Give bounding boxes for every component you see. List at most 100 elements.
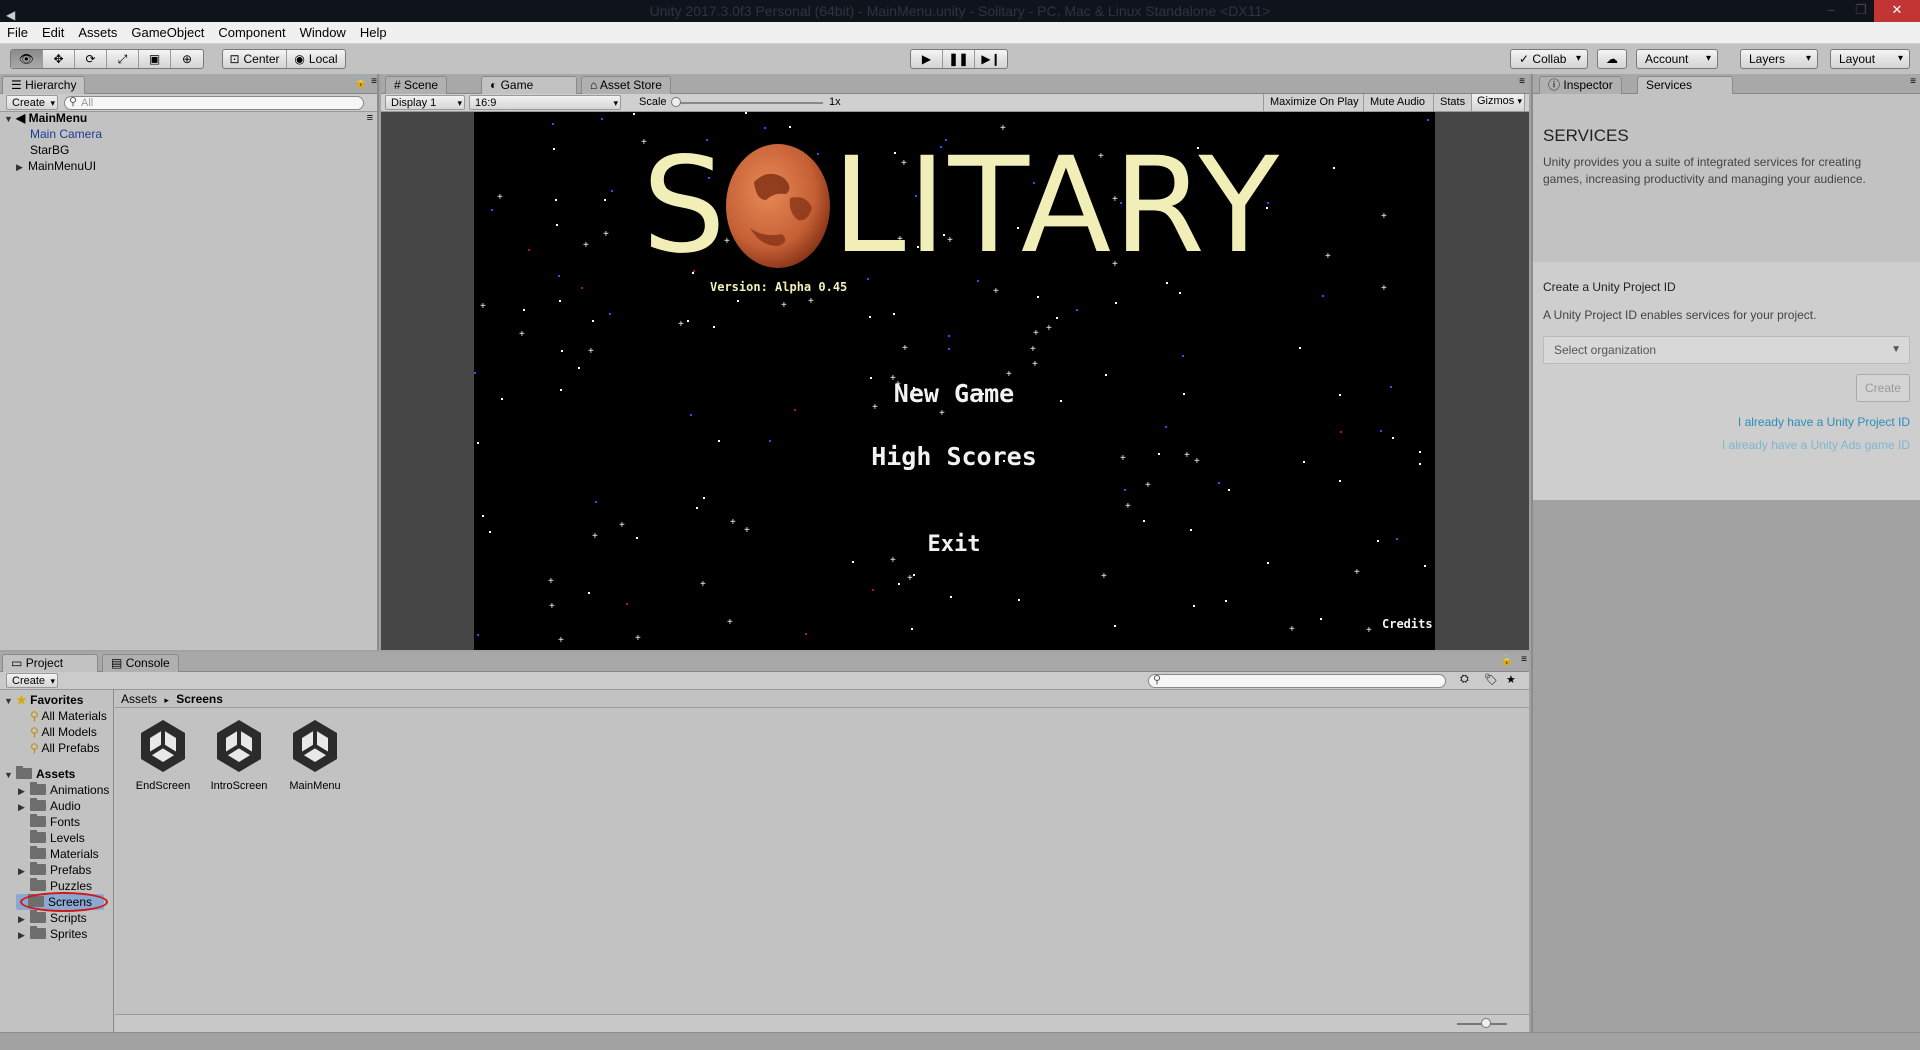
breadcrumb-current[interactable]: Screens <box>176 692 223 706</box>
hierarchy-item-starbg[interactable]: StarBG <box>30 142 69 158</box>
star-sprite: + <box>939 408 945 419</box>
stats-toggle[interactable]: Stats <box>1433 94 1471 111</box>
collab-dropdown[interactable]: ✓ Collab <box>1510 49 1588 69</box>
highlight-annotation <box>20 892 108 912</box>
hierarchy-tabstrip: ☰ Hierarchy 🔒 ≡ <box>0 74 377 94</box>
folder-item-audio[interactable]: ▶ Audio <box>18 798 81 815</box>
existing-ads-id-link[interactable]: I already have a Unity Ads game ID <box>1722 438 1910 452</box>
cloud-button[interactable]: ☁ <box>1597 49 1627 69</box>
hierarchy-item-main-camera[interactable]: Main Camera <box>30 126 102 142</box>
lock-icon[interactable]: 🔒 <box>1501 655 1513 666</box>
project-search-input[interactable] <box>1148 674 1446 688</box>
menu-component[interactable]: Component <box>211 22 292 43</box>
pivot-local-button[interactable]: ◉ Local <box>287 50 345 68</box>
transform-tool-button[interactable]: ⊕ <box>171 50 203 68</box>
organization-select[interactable]: Select organization ▼ <box>1543 336 1910 364</box>
tab-scene[interactable]: # Scene <box>385 76 448 94</box>
game-view[interactable]: + + + + + + + + + + + + + + + + + + + + + + + + + + + + + + + + + + + + + + + +… <box>474 112 1435 650</box>
tab-asset-store[interactable]: ⌂ Asset Store <box>581 76 671 94</box>
scale-label: Scale <box>639 96 667 108</box>
star-dot <box>1390 386 1392 388</box>
existing-project-id-link[interactable]: I already have a Unity Project ID <box>1738 415 1910 429</box>
tab-console[interactable]: ▤ Console <box>102 654 179 672</box>
rotate-tool-button[interactable]: ⟳ <box>75 50 107 68</box>
minimize-button[interactable]: – <box>1816 0 1846 22</box>
move-tool-button[interactable]: ✥ <box>43 50 75 68</box>
favorite-all-models[interactable]: ⚲ All Models <box>30 724 97 740</box>
folder-item-fonts[interactable]: Fonts <box>18 814 80 830</box>
assets-root[interactable]: ▼ Assets <box>4 766 75 783</box>
scale-slider-track[interactable] <box>673 102 823 104</box>
favorite-all-prefabs[interactable]: ⚲ All Prefabs <box>30 740 100 756</box>
star-sprite: + <box>1125 501 1131 512</box>
star-dot <box>852 561 854 563</box>
panel-menu-icon[interactable]: ≡ <box>1519 76 1525 87</box>
maximize-button[interactable]: ❐ <box>1846 0 1876 22</box>
folder-item-sprites[interactable]: ▶ Sprites <box>18 926 87 943</box>
step-button[interactable]: ▶❙ <box>975 50 1007 68</box>
hierarchy-item-mainmenuui[interactable]: ▶ MainMenuUI <box>16 158 96 175</box>
pause-button[interactable]: ❚❚ <box>943 50 975 68</box>
asset-file-mainmenu[interactable]: MainMenu <box>277 716 353 792</box>
menu-help[interactable]: Help <box>353 22 394 43</box>
play-button[interactable]: ▶ <box>911 50 943 68</box>
tab-services[interactable]: Services <box>1637 76 1733 94</box>
favorite-star-icon[interactable]: ★ <box>1506 673 1516 686</box>
tab-inspector[interactable]: ⓘ Inspector <box>1539 76 1622 94</box>
tab-project[interactable]: ▭ Project <box>2 654 98 672</box>
account-dropdown[interactable]: Account <box>1636 49 1718 69</box>
exit-button[interactable]: Exit <box>804 532 1104 557</box>
filter-type-icon[interactable]: ⛭ <box>1460 673 1469 686</box>
menu-edit[interactable]: Edit <box>35 22 71 43</box>
tab-game[interactable]: ◐ Game <box>481 76 577 94</box>
breadcrumb-root[interactable]: Assets <box>121 692 157 706</box>
lock-icon[interactable]: 🔒 <box>355 77 367 88</box>
create-button[interactable]: Create <box>1856 374 1910 402</box>
scene-menu-icon[interactable]: ≡ <box>367 112 373 124</box>
menu-assets[interactable]: Assets <box>71 22 124 43</box>
menu-file[interactable]: File <box>0 22 35 43</box>
scale-slider-thumb[interactable] <box>671 97 681 107</box>
project-create-dropdown[interactable]: Create <box>6 673 59 688</box>
close-button[interactable]: ✕ <box>1874 0 1920 22</box>
star-dot <box>948 348 950 350</box>
new-game-button[interactable]: New Game <box>804 379 1104 408</box>
panel-menu-icon[interactable]: ≡ <box>1910 76 1916 87</box>
tab-hierarchy[interactable]: ☰ Hierarchy <box>2 76 86 94</box>
high-scores-button[interactable]: High Scores <box>804 442 1104 471</box>
folder-item-animations[interactable]: ▶ Animations <box>18 782 109 799</box>
star-dot <box>1299 347 1301 349</box>
folder-item-prefabs[interactable]: ▶ Prefabs <box>18 862 91 879</box>
layout-dropdown[interactable]: Layout <box>1830 49 1910 69</box>
rect-icon: ▣ <box>148 52 161 66</box>
pivot-center-button[interactable]: ⊡ Center <box>223 50 287 68</box>
maximize-on-play-toggle[interactable]: Maximize On Play <box>1263 94 1365 111</box>
scene-root-item[interactable]: ▼ ◀ MainMenu <box>4 110 87 127</box>
hierarchy-create-dropdown[interactable]: Create <box>6 95 59 110</box>
list-icon: ☰ <box>11 78 22 92</box>
menu-gameobject[interactable]: GameObject <box>124 22 211 43</box>
star-sprite: + <box>1033 328 1039 339</box>
icon-size-slider-thumb[interactable] <box>1481 1018 1491 1028</box>
layers-dropdown[interactable]: Layers <box>1740 49 1818 69</box>
mute-audio-toggle[interactable]: Mute Audio <box>1363 94 1431 111</box>
display-dropdown[interactable]: Display 1 <box>385 95 465 110</box>
aspect-dropdown[interactable]: 16:9 <box>469 95 621 110</box>
rect-tool-button[interactable]: ▣ <box>139 50 171 68</box>
folder-item-levels[interactable]: Levels <box>18 830 85 846</box>
scale-tool-button[interactable]: ⤢ <box>107 50 139 68</box>
asset-file-introscreen[interactable]: IntroScreen <box>201 716 277 792</box>
credits-button[interactable]: Credits <box>1382 617 1433 631</box>
asset-file-endscreen[interactable]: EndScreen <box>125 716 201 792</box>
folder-item-scripts[interactable]: ▶ Scripts <box>18 910 87 927</box>
filter-label-icon[interactable]: 🏷 <box>1484 673 1498 686</box>
folder-item-materials[interactable]: Materials <box>18 846 99 862</box>
menu-window[interactable]: Window <box>293 22 353 43</box>
hierarchy-search-input[interactable]: All <box>64 96 364 110</box>
gizmos-dropdown[interactable]: Gizmos <box>1471 94 1525 111</box>
panel-menu-icon[interactable]: ≡ <box>1521 654 1527 665</box>
favorites-header[interactable]: ▼ ★ Favorites <box>4 692 83 709</box>
panel-menu-icon[interactable]: ≡ <box>371 76 377 87</box>
view-tool-button[interactable]: 👁 <box>11 50 43 68</box>
favorite-all-materials[interactable]: ⚲ All Materials <box>30 708 107 724</box>
